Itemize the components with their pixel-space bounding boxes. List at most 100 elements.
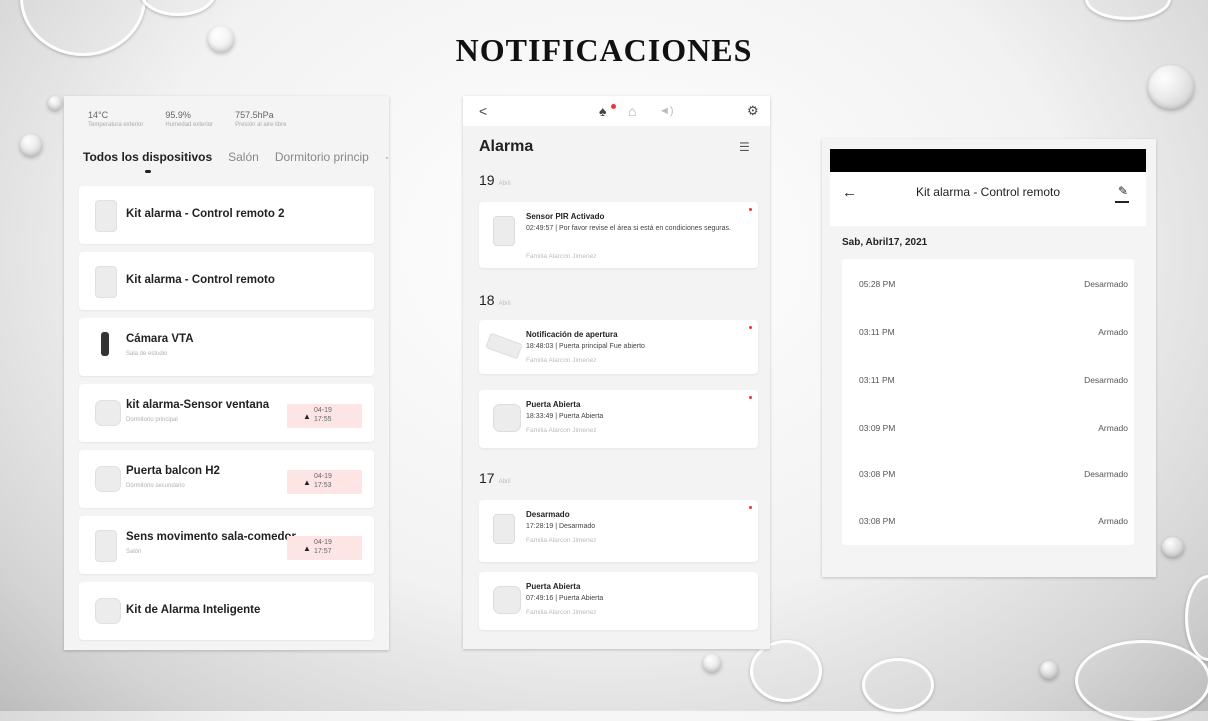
event-row: 05:28 PM Desarmado — [842, 269, 1134, 299]
home-icon[interactable]: ⌂ — [628, 103, 636, 119]
notification-detail: 07:49:16 | Puerta Abierta — [526, 595, 604, 602]
water-drop — [1162, 537, 1184, 557]
remote-log-screen: ← Kit alarma - Control remoto ✎ Sab, Abr… — [822, 139, 1156, 577]
event-time: 03:08 PM — [859, 516, 896, 526]
more-tabs-icon[interactable]: ··· — [385, 150, 389, 164]
day-header: 18 Abril — [479, 292, 511, 308]
day-header: 19 Abril — [479, 172, 511, 188]
settings-icon[interactable]: ⚙ — [747, 103, 759, 119]
sensor-icon — [493, 586, 521, 614]
badge-time: 17:53 — [314, 482, 332, 489]
notification-card[interactable]: Sensor PIR Activado 02:49:57 | Por favor… — [479, 202, 758, 268]
notification-title: Puerta Abierta — [526, 582, 581, 591]
water-drop-ring — [862, 658, 934, 712]
notification-card[interactable]: Desarmado 17:28:19 | Desarmado Familia A… — [479, 500, 758, 562]
tab-all-devices[interactable]: Todos los dispositivos — [83, 150, 212, 173]
event-state: Desarmado — [1084, 279, 1128, 289]
water-drop-ring — [140, 0, 216, 16]
badge-date: 04-19 — [314, 539, 332, 546]
edit-icon[interactable]: ✎ — [1118, 184, 1128, 198]
alarm-notifications-screen: < ♠ ⌂ ◄) ⚙ Alarma ☰ 19 Abril Sensor PIR A… — [463, 96, 770, 649]
bell-icon: ▲ — [303, 478, 311, 487]
notification-detail: 02:49:57 | Por favor revise el área si e… — [526, 225, 731, 232]
back-button[interactable]: < — [479, 103, 487, 119]
stat-value: 14°C — [88, 110, 109, 120]
notification-card[interactable]: Notificación de apertura 18:48:03 | Puer… — [479, 320, 758, 374]
header-title: Kit alarma - Control remoto — [915, 185, 1061, 199]
day-month: Abril — [498, 181, 511, 187]
remote-icon — [95, 200, 117, 232]
toolbar: < ♠ ⌂ ◄) ⚙ — [463, 96, 770, 126]
event-state: Armado — [1098, 516, 1128, 526]
notification-detail: 17:28:19 | Desarmado — [526, 523, 596, 530]
edit-underline — [1115, 201, 1129, 203]
door-sensor-icon — [485, 332, 523, 360]
device-room: Dormitorio principal — [126, 417, 178, 423]
bell-icon[interactable]: ♠ — [599, 103, 606, 119]
sensor-icon — [95, 400, 121, 426]
event-list: 05:28 PM Desarmado 03:11 PM Armado 03:11… — [842, 259, 1134, 545]
status-bar — [830, 149, 1146, 172]
device-card[interactable]: Kit alarma - Control remoto — [79, 252, 374, 310]
device-card[interactable]: Puerta balcon H2 Dormitorio secundario ▲… — [79, 450, 374, 508]
device-card[interactable]: Cámara VTA Sala de estudio — [79, 318, 374, 376]
event-state: Desarmado — [1084, 375, 1128, 385]
device-name: Puerta balcon H2 — [126, 465, 220, 477]
water-drop-ring — [1185, 575, 1208, 661]
event-time: 03:09 PM — [859, 423, 896, 433]
stat-label: Temperatura exterior — [88, 122, 144, 128]
event-time: 03:11 PM — [859, 375, 895, 385]
water-drop — [1148, 65, 1194, 109]
device-card[interactable]: Kit de Alarma Inteligente — [79, 582, 374, 640]
water-drop — [20, 134, 42, 156]
device-room: Dormitorio secundario — [126, 483, 185, 489]
tab-dormitorio[interactable]: Dormitorio princip — [275, 150, 369, 164]
alarm-badge[interactable]: ▲ 04-19 17:55 — [287, 404, 362, 428]
device-name: Sens movimento sala-comedor — [126, 531, 296, 543]
notification-detail: 18:33:49 | Puerta Abierta — [526, 413, 604, 420]
notification-title: Sensor PIR Activado — [526, 212, 605, 221]
unread-dot — [611, 104, 616, 109]
device-card[interactable]: Kit alarma - Control remoto 2 — [79, 186, 374, 244]
page-title: NOTIFICACIONES — [455, 32, 753, 68]
speaker-icon[interactable]: ◄) — [659, 105, 674, 117]
device-room: Sala de estudio — [126, 351, 168, 357]
unread-dot — [749, 506, 752, 509]
water-drop — [1040, 661, 1058, 679]
alarm-badge[interactable]: ▲ 04-19 17:57 — [287, 536, 362, 560]
day-number: 19 — [479, 172, 495, 188]
sensor-icon — [95, 466, 121, 492]
event-time: 03:11 PM — [859, 327, 895, 337]
weather-stats: 14°C Temperatura exterior 95.9% Humedad … — [64, 96, 389, 128]
alarm-kit-icon — [95, 598, 121, 624]
notification-detail: 18:48:03 | Puerta principal Fue abierto — [526, 343, 645, 350]
stat-pressure: 757.5hPa Presión al aire libre — [235, 110, 286, 128]
sensor-icon — [493, 404, 521, 432]
water-drop-ring — [1075, 640, 1208, 721]
filter-menu-icon[interactable]: ☰ — [739, 140, 750, 154]
badge-time: 17:55 — [314, 416, 332, 423]
event-state: Armado — [1098, 327, 1128, 337]
stat-temperature: 14°C Temperatura exterior — [88, 110, 143, 128]
device-name: Kit alarma - Control remoto — [126, 274, 275, 286]
device-card[interactable]: Sens movimento sala-comedor Salón ▲ 04-1… — [79, 516, 374, 574]
device-name: Kit de Alarma Inteligente — [126, 604, 261, 616]
notification-family: Familia Alarcon Jimenez — [526, 427, 597, 434]
header-bar: ← Kit alarma - Control remoto ✎ — [830, 172, 1146, 226]
day-month: Abril — [498, 301, 511, 307]
device-card[interactable]: kit alarma-Sensor ventana Dormitorio pri… — [79, 384, 374, 442]
event-row: 03:11 PM Desarmado — [842, 365, 1134, 395]
tab-salon[interactable]: Salón — [228, 150, 259, 164]
alarm-badge[interactable]: ▲ 04-19 17:53 — [287, 470, 362, 494]
device-name: Cámara VTA — [126, 333, 194, 345]
day-number: 18 — [479, 292, 495, 308]
motion-sensor-icon — [95, 530, 117, 562]
water-drop-ring — [1085, 0, 1171, 20]
remote-icon — [95, 266, 117, 298]
notification-family: Familia Alarcon Jimenez — [526, 537, 597, 544]
notification-card[interactable]: Puerta Abierta 18:33:49 | Puerta Abierta… — [479, 390, 758, 448]
unread-dot — [749, 208, 752, 211]
notification-card[interactable]: Puerta Abierta 07:49:16 | Puerta Abierta… — [479, 572, 758, 630]
event-row: 03:08 PM Armado — [842, 506, 1134, 536]
event-state: Armado — [1098, 423, 1128, 433]
